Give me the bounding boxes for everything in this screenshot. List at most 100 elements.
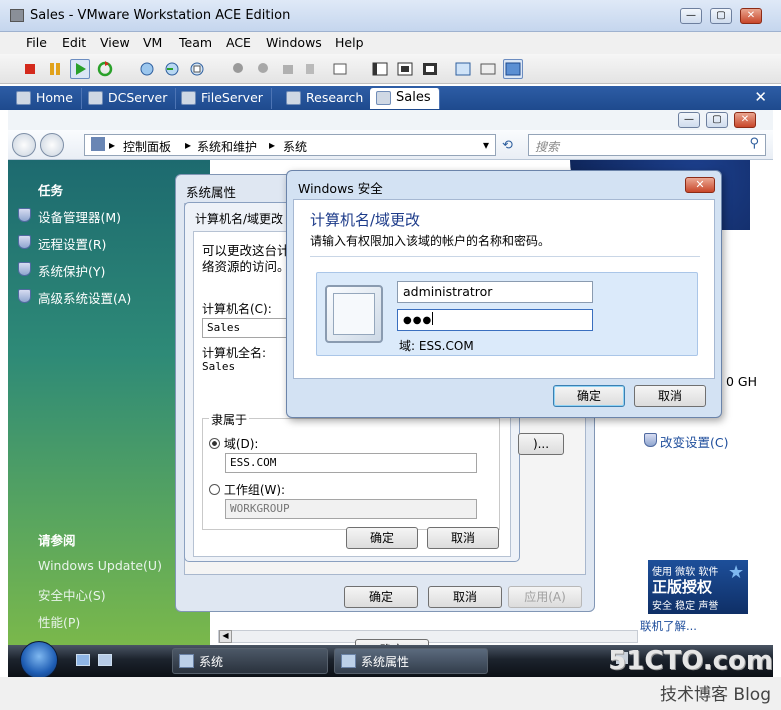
explorer-maximize-button[interactable]: ▢ (706, 112, 728, 128)
chevron-down-icon[interactable]: ▾ (483, 138, 489, 152)
tasks-heading: 任务 (38, 183, 64, 198)
change-settings-link[interactable]: 改变设置(C) (644, 432, 728, 451)
sysprop-ok-button[interactable]: 确定 (344, 586, 418, 608)
show-desktop-icon[interactable] (76, 654, 90, 666)
username-field[interactable]: administratror (397, 281, 593, 303)
password-field[interactable]: ●●● (397, 309, 593, 331)
minimize-button[interactable]: — (680, 8, 702, 24)
user-tile-icon (325, 285, 383, 343)
maximize-button[interactable]: ▢ (710, 8, 732, 24)
learn-more-link[interactable]: 联机了解... (640, 618, 710, 634)
start-orb-icon[interactable] (20, 641, 58, 679)
switch-windows-icon[interactable] (98, 654, 112, 666)
full-screen-icon[interactable] (420, 59, 440, 79)
search-icon[interactable]: ⚲ (749, 136, 759, 151)
link-performance[interactable]: 性能(P) (38, 612, 80, 631)
team-remove-icon[interactable] (300, 59, 320, 79)
full-name-label: 计算机全名: (202, 346, 267, 360)
console-icon[interactable] (453, 59, 473, 79)
breadcrumb-system[interactable]: 系统 (283, 138, 307, 155)
menu-vm[interactable]: VM (143, 35, 162, 50)
scroll-left-icon[interactable]: ◀ (219, 630, 232, 643)
host-title-bar: Sales - VMware Workstation ACE Edition —… (0, 0, 781, 32)
summary-icon[interactable] (478, 59, 498, 79)
forward-button[interactable] (40, 133, 64, 157)
security-subtitle: 请输入有权限加入该域的帐户的名称和密码。 (310, 234, 551, 248)
security-dialog-body: 计算机名/域更改 请输入有权限加入该域的帐户的名称和密码。 administra… (293, 199, 715, 379)
control-panel-icon (91, 137, 105, 151)
vm-icon (286, 91, 301, 105)
tab-sales[interactable]: Sales (370, 88, 440, 109)
link-device-manager[interactable]: 设备管理器(M) (18, 207, 121, 226)
shield-icon (18, 208, 31, 222)
other-button[interactable]: )... (518, 433, 564, 455)
team-add-icon[interactable] (253, 59, 273, 79)
security-close-button[interactable]: ✕ (685, 177, 715, 193)
explorer-minimize-button[interactable]: — (678, 112, 700, 128)
explorer-close-button[interactable]: ✕ (734, 112, 756, 128)
vm-icon (181, 91, 196, 105)
windows-security-dialog: Windows 安全 ✕ 计算机名/域更改 请输入有权限加入该域的帐户的名称和密… (286, 170, 722, 418)
link-remote-settings[interactable]: 远程设置(R) (18, 234, 106, 253)
domain-field[interactable]: ESS.COM (225, 453, 477, 473)
menu-edit[interactable]: Edit (62, 35, 86, 50)
domain-radio[interactable]: 域(D): (209, 435, 258, 452)
menu-view[interactable]: View (100, 35, 130, 50)
back-button[interactable] (12, 133, 36, 157)
menu-windows[interactable]: Windows (266, 35, 322, 50)
link-advanced-settings[interactable]: 高级系统设置(A) (18, 288, 131, 307)
vm-toolbar (0, 54, 781, 84)
snapshot-icon[interactable] (137, 59, 157, 79)
search-input[interactable]: 搜索 ⚲ (528, 134, 766, 156)
quick-switch-icon[interactable] (395, 59, 415, 79)
computer-name-label: 计算机名(C): (202, 302, 272, 316)
power-on-icon[interactable] (70, 59, 90, 79)
power-off-icon[interactable] (20, 59, 40, 79)
suspend-icon[interactable] (45, 59, 65, 79)
menu-team[interactable]: Team (179, 35, 212, 50)
tab-dcserver[interactable]: DCServer (82, 88, 177, 109)
revert-snapshot-icon[interactable] (162, 59, 182, 79)
security-ok-button[interactable]: 确定 (553, 385, 625, 407)
sysprop-apply-button[interactable]: 应用(A) (508, 586, 582, 608)
menu-help[interactable]: Help (335, 35, 364, 50)
breadcrumb-control-panel[interactable]: 控制面板 (123, 138, 171, 155)
security-dialog-title: Windows 安全 (298, 181, 383, 196)
menu-file[interactable]: File (26, 35, 47, 50)
computer-name-dialog-title: 计算机名/域更改 (195, 212, 284, 226)
ace-icon[interactable] (330, 59, 350, 79)
close-button[interactable]: ✕ (740, 8, 762, 24)
see-also-heading: 请参阅 (38, 533, 76, 548)
link-system-protection[interactable]: 系统保护(Y) (18, 261, 105, 280)
link-windows-update[interactable]: Windows Update(U) (38, 558, 162, 573)
taskbar-system-properties[interactable]: 系统属性 (334, 648, 488, 674)
show-sidebar-icon[interactable] (370, 59, 390, 79)
member-of-group: 隶属于 域(D): ESS.COM 工作组(W): WORKGROUP (202, 411, 500, 530)
cn-cancel-button[interactable]: 取消 (427, 527, 499, 549)
team-settings-icon[interactable] (278, 59, 298, 79)
unity-icon[interactable] (503, 59, 523, 79)
cpu-speed-fragment: 0 GH (726, 374, 758, 389)
tab-research[interactable]: Research (280, 88, 373, 109)
menu-ace[interactable]: ACE (226, 35, 251, 50)
control-panel-icon (179, 654, 194, 668)
tab-fileserver[interactable]: FileServer (175, 88, 272, 109)
team-icon[interactable] (228, 59, 248, 79)
sysprop-cancel-button[interactable]: 取消 (428, 586, 502, 608)
taskbar-system[interactable]: 系统 (172, 648, 328, 674)
host-window-title: Sales - VMware Workstation ACE Edition (30, 8, 291, 23)
reset-icon[interactable] (95, 59, 115, 79)
genuine-badge[interactable]: 使用 微软 软件 正版授权 安全 稳定 声誉 ★ (648, 560, 748, 614)
close-tab-icon[interactable]: ✕ (754, 88, 767, 106)
security-cancel-button[interactable]: 取消 (634, 385, 706, 407)
cn-ok-button-visible[interactable]: 确定 (346, 527, 418, 549)
tab-home[interactable]: Home (10, 88, 82, 109)
system-properties-icon (341, 654, 356, 668)
shield-icon (18, 235, 31, 249)
address-box[interactable]: ▸ 控制面板 ▸ 系统和维护 ▸ 系统 ▾ (84, 134, 496, 156)
breadcrumb-system-maintenance[interactable]: 系统和维护 (197, 138, 257, 155)
link-security-center[interactable]: 安全中心(S) (38, 585, 106, 604)
refresh-icon[interactable]: ⟲ (502, 138, 513, 153)
snapshot-manager-icon[interactable] (187, 59, 207, 79)
workgroup-radio[interactable]: 工作组(W): (209, 481, 285, 498)
